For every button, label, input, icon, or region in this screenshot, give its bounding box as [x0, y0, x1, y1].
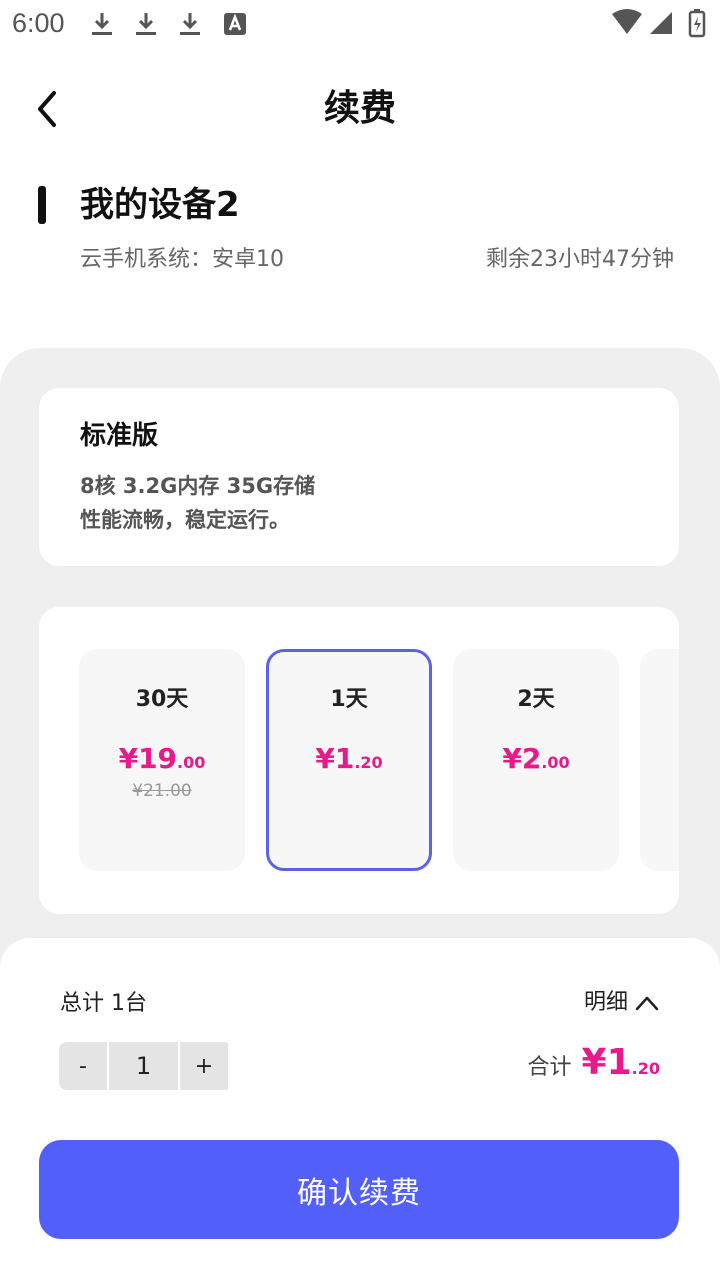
total-price-label: 合计 — [527, 1055, 572, 1080]
back-button[interactable] — [22, 84, 72, 134]
option-price: ¥2.00 — [453, 739, 619, 783]
price-main: ¥1 — [315, 742, 355, 775]
device-name: 我的设备2 — [80, 185, 240, 225]
detail-toggle[interactable]: 明细 — [584, 986, 660, 1020]
price-decimal: .00 — [541, 753, 570, 772]
download-icon — [136, 13, 156, 35]
plan-spec: 8核 3.2G内存 35G存储 — [80, 474, 316, 498]
status-bar: 6:00 — [0, 0, 720, 50]
price-decimal: .00 — [177, 753, 206, 772]
increment-button[interactable]: + — [180, 1042, 228, 1090]
plan-card: 标准版 8核 3.2G内存 35G存储 性能流畅，稳定运行。 — [39, 388, 679, 566]
plan-name: 标准版 — [80, 421, 159, 451]
status-time: 6:00 — [12, 8, 65, 38]
checkout-sheet: 总计 1台 明细 - 1 + 合计 ¥1 .20 确认续费 — [0, 938, 720, 1280]
quantity-value[interactable]: 1 — [107, 1042, 180, 1090]
total-count: 总计 1台 — [60, 991, 147, 1016]
duration-options: 30天 ¥19.00 ¥21.00 1天 ¥1.20 2天 ¥2.00 — [39, 607, 679, 914]
detail-label: 明细 — [583, 990, 628, 1015]
signal-icon — [650, 12, 672, 34]
plan-description: 性能流畅，稳定运行。 — [80, 508, 290, 532]
option-days: 1天 — [330, 687, 368, 712]
price-decimal: .20 — [354, 753, 383, 772]
device-remaining-time: 剩余23小时47分钟 — [486, 247, 674, 272]
option-original-price: ¥21.00 — [132, 781, 192, 801]
duration-option-2-days[interactable]: 2天 ¥2.00 — [453, 649, 619, 871]
battery-charging-icon — [688, 9, 706, 38]
price-main: ¥2 — [502, 742, 542, 775]
device-system: 云手机系统：安卓10 — [80, 247, 284, 272]
chevron-left-icon — [38, 91, 56, 127]
page-title: 续费 — [323, 88, 396, 129]
wifi-icon — [612, 9, 642, 34]
quantity-stepper: - 1 + — [59, 1042, 232, 1090]
duration-option-1-day[interactable]: 1天 ¥1.20 — [266, 649, 432, 871]
duration-option-partial[interactable] — [640, 649, 679, 871]
total-price: 合计 ¥1 .20 — [528, 1042, 660, 1090]
total-price-decimal: .20 — [631, 1059, 660, 1078]
duration-option-30-days[interactable]: 30天 ¥19.00 ¥21.00 — [79, 649, 245, 871]
option-price: ¥1.20 — [269, 739, 429, 783]
download-icon — [92, 13, 112, 35]
option-price: ¥19.00 — [79, 739, 245, 783]
download-icon — [180, 13, 200, 35]
price-main: ¥19 — [118, 742, 178, 775]
text-a-icon — [224, 13, 246, 35]
section-marker — [38, 186, 46, 224]
option-days: 30天 — [135, 687, 189, 712]
total-price-main: ¥1 — [581, 1042, 632, 1083]
system-status-icons — [612, 9, 706, 38]
chevron-up-icon — [635, 996, 659, 1011]
confirm-renewal-button[interactable]: 确认续费 — [39, 1140, 679, 1239]
option-days: 2天 — [517, 687, 555, 712]
decrement-button[interactable]: - — [59, 1042, 107, 1090]
